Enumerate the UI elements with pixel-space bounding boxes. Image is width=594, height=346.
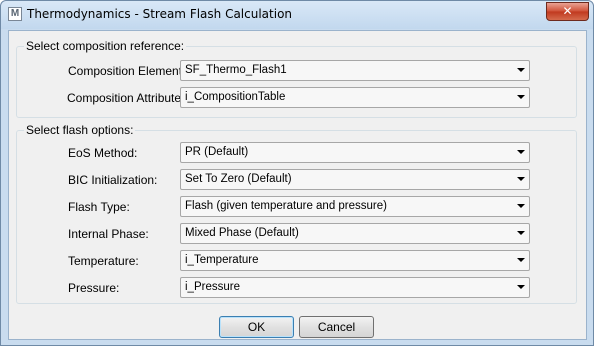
chevron-down-icon xyxy=(517,150,525,154)
pressure-value: i_Pressure xyxy=(185,281,240,293)
composition-element-value: SF_Thermo_Flash1 xyxy=(185,64,287,76)
window-title: Thermodynamics - Stream Flash Calculatio… xyxy=(27,7,293,21)
flash-type-dropdown[interactable]: Flash (given temperature and pressure) xyxy=(180,196,530,217)
bic-initialization-label: BIC Initialization: xyxy=(68,173,158,187)
eos-method-value: PR (Default) xyxy=(185,146,249,158)
composition-reference-title: Select composition reference: xyxy=(24,39,187,53)
ok-button[interactable]: OK xyxy=(219,316,294,338)
flash-options-title: Select flash options: xyxy=(24,123,136,137)
chevron-down-icon xyxy=(517,95,525,99)
temperature-dropdown[interactable]: i_Temperature xyxy=(180,250,530,271)
composition-element-dropdown[interactable]: SF_Thermo_Flash1 xyxy=(180,60,530,81)
flash-type-label: Flash Type: xyxy=(68,200,130,214)
chevron-down-icon xyxy=(517,204,525,208)
composition-attribute-dropdown[interactable]: i_CompositionTable xyxy=(180,87,530,108)
internal-phase-value: Mixed Phase (Default) xyxy=(185,227,299,239)
composition-attribute-label: Composition Attribute: xyxy=(67,91,185,105)
flash-type-value: Flash (given temperature and pressure) xyxy=(185,200,387,212)
close-icon: ✕ xyxy=(562,4,573,18)
app-icon: M xyxy=(8,7,22,21)
chevron-down-icon xyxy=(517,231,525,235)
bic-initialization-value: Set To Zero (Default) xyxy=(185,173,292,185)
chevron-down-icon xyxy=(517,285,525,289)
internal-phase-label: Internal Phase: xyxy=(68,227,149,241)
temperature-label: Temperature: xyxy=(68,254,139,268)
chevron-down-icon xyxy=(517,258,525,262)
pressure-dropdown[interactable]: i_Pressure xyxy=(180,277,530,298)
eos-method-label: EoS Method: xyxy=(68,146,138,160)
pressure-label: Pressure: xyxy=(68,281,120,295)
cancel-button[interactable]: Cancel xyxy=(299,316,374,338)
eos-method-dropdown[interactable]: PR (Default) xyxy=(180,142,530,163)
title-bar[interactable]: M Thermodynamics - Stream Flash Calculat… xyxy=(1,1,593,29)
composition-attribute-value: i_CompositionTable xyxy=(185,91,286,103)
internal-phase-dropdown[interactable]: Mixed Phase (Default) xyxy=(180,223,530,244)
close-button[interactable]: ✕ xyxy=(546,2,589,21)
temperature-value: i_Temperature xyxy=(185,254,259,266)
chevron-down-icon xyxy=(517,68,525,72)
bic-initialization-dropdown[interactable]: Set To Zero (Default) xyxy=(180,169,530,190)
chevron-down-icon xyxy=(517,177,525,181)
composition-element-label: Composition Element: xyxy=(68,64,186,78)
